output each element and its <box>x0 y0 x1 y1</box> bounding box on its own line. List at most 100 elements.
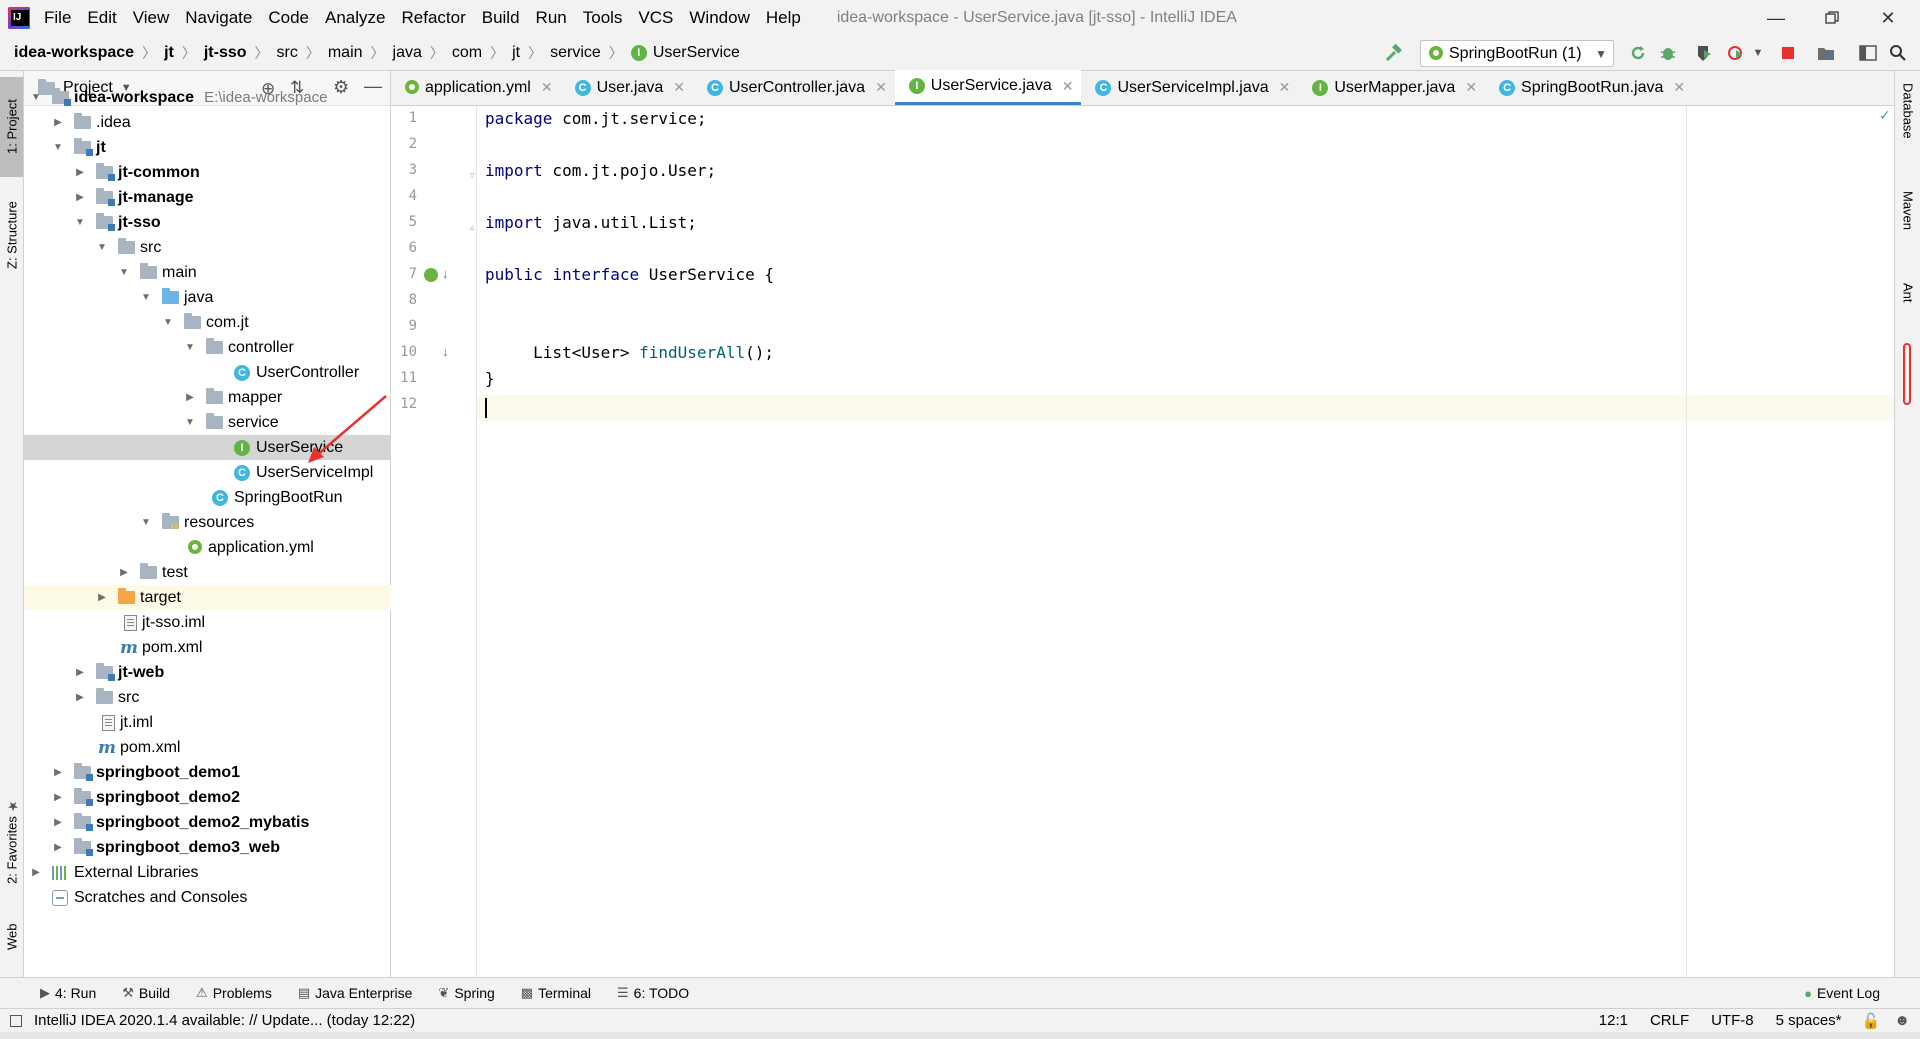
status-message[interactable]: IntelliJ IDEA 2020.1.4 available: // Upd… <box>34 1012 415 1029</box>
menu-file[interactable]: File <box>44 8 71 28</box>
search-icon[interactable] <box>1888 43 1908 63</box>
dropdown-arrow-icon[interactable]: ▼ <box>1748 43 1768 63</box>
tree-item-springbootrun[interactable]: C SpringBootRun <box>24 485 391 510</box>
profiler-icon[interactable] <box>1726 43 1746 63</box>
indent-setting[interactable]: 5 spaces* <box>1776 1012 1842 1029</box>
tree-item-springboot-demo1[interactable]: ▶ springboot_demo1 <box>24 760 391 785</box>
line-separator[interactable]: CRLF <box>1650 1012 1689 1029</box>
tree-item-main[interactable]: ▼ main <box>24 260 391 285</box>
tree-item-usercontroller[interactable]: C UserController <box>24 360 391 385</box>
stop-icon[interactable] <box>1778 43 1798 63</box>
close-window-icon[interactable]: ✕ <box>1864 0 1912 36</box>
tree-item-jt-src[interactable]: ▶ src <box>24 685 391 710</box>
tree-item-jt-sso[interactable]: ▼ jt-sso <box>24 210 391 235</box>
tool-tab-favorites[interactable]: 2: Favorites ★ <box>1 791 23 891</box>
menu-run[interactable]: Run <box>536 8 567 28</box>
tool-window-java-enterprise[interactable]: ▤ Java Enterprise <box>298 985 413 1001</box>
fold-marker-icon[interactable]: ▿ <box>470 170 475 181</box>
project-structure-icon[interactable] <box>1816 43 1836 63</box>
memory-indicator-icon[interactable] <box>1903 343 1911 405</box>
close-tab-icon[interactable]: ✕ <box>875 79 887 96</box>
tree-item-src[interactable]: ▼ src <box>24 235 391 260</box>
breadcrumb-service[interactable]: service <box>550 44 601 62</box>
breadcrumb-idea-workspace[interactable]: idea-workspace <box>14 44 134 62</box>
menu-analyze[interactable]: Analyze <box>325 8 385 28</box>
tool-tab-web[interactable]: Web <box>1 909 23 965</box>
close-tab-icon[interactable]: ✕ <box>673 79 685 96</box>
spring-bean-gutter-icon[interactable] <box>424 268 438 282</box>
layout-toggle-icon[interactable] <box>1858 43 1878 63</box>
rerun-icon[interactable] <box>1628 43 1648 63</box>
breadcrumb-userservice[interactable]: I UserService <box>630 44 740 62</box>
tab-usermapper-java[interactable]: I UserMapper.java ✕ <box>1298 70 1485 105</box>
menu-help[interactable]: Help <box>766 8 801 28</box>
tree-item-springboot-demo2[interactable]: ▶ springboot_demo2 <box>24 785 391 810</box>
tool-window-build[interactable]: ⚒ Build <box>122 985 170 1001</box>
tree-item-scratches[interactable]: Scratches and Consoles <box>24 885 391 910</box>
menu-vcs[interactable]: VCS <box>638 8 673 28</box>
tab-usercontroller-java[interactable]: C UserController.java ✕ <box>693 70 895 105</box>
close-tab-icon[interactable]: ✕ <box>1279 79 1291 96</box>
tab-user-java[interactable]: C User.java ✕ <box>561 70 693 105</box>
debug-bug-icon[interactable] <box>1658 43 1678 63</box>
tree-item-jt-web[interactable]: ▶ jt-web <box>24 660 391 685</box>
breadcrumb-src[interactable]: src <box>277 44 298 62</box>
tree-item-test[interactable]: ▶ test <box>24 560 391 585</box>
breadcrumb-jt-package[interactable]: jt <box>512 44 520 62</box>
tree-item-springboot-demo2-mybatis[interactable]: ▶ springboot_demo2_mybatis <box>24 810 391 835</box>
tree-item-pom-xml[interactable]: m pom.xml <box>24 635 391 660</box>
implemented-gutter-icon[interactable]: ↓ <box>442 266 449 281</box>
close-tab-icon[interactable]: ✕ <box>1673 79 1685 96</box>
tree-item-com-jt[interactable]: ▼ com.jt <box>24 310 391 335</box>
tree-item-external-libraries[interactable]: ▶ External Libraries <box>24 860 391 885</box>
tree-item-target[interactable]: ▶ target <box>24 585 391 610</box>
menu-window[interactable]: Window <box>689 8 749 28</box>
breadcrumb-java[interactable]: java <box>393 44 422 62</box>
close-tab-icon[interactable]: ✕ <box>541 79 553 96</box>
lock-icon[interactable]: 🔓 <box>1862 1012 1881 1030</box>
tool-tab-project[interactable]: 1: Project <box>1 81 23 173</box>
status-toggle-icon[interactable] <box>10 1014 22 1027</box>
tree-item-idea-workspace[interactable]: ▼ idea-workspace E:\idea-workspace <box>24 85 391 110</box>
notification-icon[interactable]: ☻ <box>1894 1012 1910 1029</box>
menu-tools[interactable]: Tools <box>583 8 623 28</box>
menu-refactor[interactable]: Refactor <box>401 8 465 28</box>
tree-item-jt-common[interactable]: ▶ jt-common <box>24 160 391 185</box>
code-editor-area[interactable] <box>477 106 1894 977</box>
minimize-icon[interactable]: — <box>1752 0 1800 36</box>
tree-item-application-yml[interactable]: application.yml <box>24 535 391 560</box>
run-configuration-selector[interactable]: SpringBootRun (1) ▼ <box>1420 40 1614 67</box>
tree-item-jt-iml[interactable]: jt.iml <box>24 710 391 735</box>
close-tab-icon[interactable]: ✕ <box>1062 78 1074 95</box>
tool-tab-maven[interactable]: Maven <box>1897 191 1919 261</box>
caret-position[interactable]: 12:1 <box>1599 1012 1628 1029</box>
tool-window-spring[interactable]: ❦ Spring <box>438 985 494 1001</box>
tab-springbootrun-java[interactable]: C SpringBootRun.java ✕ <box>1485 70 1693 105</box>
run-with-coverage-icon[interactable] <box>1694 43 1714 63</box>
restore-icon[interactable] <box>1808 0 1856 36</box>
tool-tab-structure[interactable]: Z: Structure <box>1 189 23 281</box>
tree-item-java[interactable]: ▼ java <box>24 285 391 310</box>
breadcrumb-main[interactable]: main <box>328 44 363 62</box>
build-hammer-icon[interactable] <box>1384 43 1404 63</box>
tree-item-controller[interactable]: ▼ controller <box>24 335 391 360</box>
tab-application-yml[interactable]: application.yml ✕ <box>391 70 561 105</box>
close-tab-icon[interactable]: ✕ <box>1465 79 1477 96</box>
tool-window-problems[interactable]: ⚠ Problems <box>196 985 272 1001</box>
inspection-ok-icon[interactable]: ✓ <box>1879 107 1891 124</box>
menu-edit[interactable]: Edit <box>87 8 116 28</box>
breadcrumb-jt-sso[interactable]: jt-sso <box>204 44 247 62</box>
tree-item-resources[interactable]: ▼ resources <box>24 510 391 535</box>
tool-window-run[interactable]: ▶ 4: Run <box>40 985 96 1001</box>
menu-view[interactable]: View <box>133 8 170 28</box>
tree-item-jt-sso-iml[interactable]: jt-sso.iml <box>24 610 391 635</box>
tool-tab-database[interactable]: Database <box>1897 83 1919 163</box>
menu-navigate[interactable]: Navigate <box>185 8 252 28</box>
tool-window-terminal[interactable]: ▩ Terminal <box>521 985 591 1001</box>
file-encoding[interactable]: UTF-8 <box>1711 1012 1754 1029</box>
tree-item-jt-manage[interactable]: ▶ jt-manage <box>24 185 391 210</box>
implemented-gutter-icon[interactable]: ↓ <box>442 344 449 359</box>
tab-userservice-java[interactable]: I UserService.java ✕ <box>894 70 1082 105</box>
breadcrumb-jt[interactable]: jt <box>164 44 174 62</box>
breadcrumb-com[interactable]: com <box>452 44 482 62</box>
